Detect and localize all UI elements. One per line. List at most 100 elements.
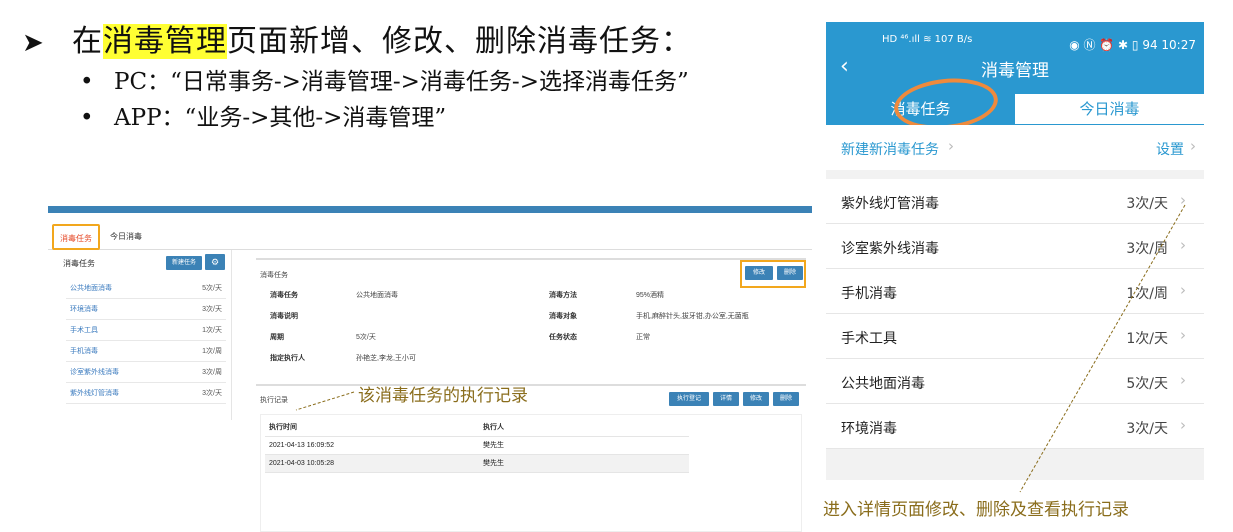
- task-detail-title: 消毒任务: [260, 272, 288, 279]
- register-button[interactable]: 执行登记: [669, 392, 709, 406]
- list-item[interactable]: 公共地面消毒 5次/天 ›: [826, 359, 1204, 404]
- slide-heading: ➤ 在消毒管理页面新增、修改、删除消毒任务：: [22, 16, 692, 60]
- new-task-row[interactable]: 新建新消毒任务 › 设置 ›: [826, 125, 1204, 170]
- chevron-right-icon: ›: [1190, 137, 1196, 155]
- new-task-link[interactable]: 新建新消毒任务: [841, 139, 939, 159]
- list-item[interactable]: 环境消毒 3次/天: [66, 299, 226, 320]
- task-frequency: 5次/天: [1126, 376, 1168, 392]
- col-time: 执行时间: [269, 424, 297, 431]
- mobile-screenshot: HD ⁴⁶.ıll ≋ 107 B/s ◉ Ⓝ ⏰ ✱ ▯ 94 10:27 ‹…: [826, 22, 1204, 480]
- arrow-bullet-icon: ➤: [22, 28, 45, 58]
- task-name: 公共地面消毒: [841, 376, 925, 392]
- task-detail-panel: 消毒任务 修改 删除 消毒任务 公共地面消毒 消毒说明 周期 5次/天 指定执行…: [256, 258, 806, 368]
- records-title: 执行记录: [260, 397, 288, 404]
- task-frequency: 3次/周: [202, 369, 222, 376]
- records-table: 执行时间 执行人 2021-04-13 16:09:52 樊先生 2021-04…: [265, 419, 689, 473]
- field-label: 任务状态: [549, 334, 577, 341]
- field-label: 指定执行人: [270, 355, 305, 362]
- task-frequency: 5次/天: [202, 285, 222, 292]
- chevron-right-icon: ›: [1180, 191, 1186, 209]
- task-name: 手术工具: [841, 331, 897, 347]
- task-frequency: 3次/周: [1126, 241, 1168, 257]
- task-name: 紫外线灯管消毒: [841, 196, 939, 212]
- delete-button[interactable]: 删除: [777, 266, 803, 280]
- task-name: 公共地面消毒: [70, 285, 112, 292]
- chevron-right-icon: ›: [1180, 326, 1186, 344]
- detail-annotation: 进入详情页面修改、删除及查看执行记录: [823, 500, 1129, 520]
- table-row[interactable]: 2021-04-13 16:09:52 樊先生: [265, 437, 689, 455]
- list-item[interactable]: 手机消毒 1次/周 ›: [826, 269, 1204, 314]
- task-name: 紫外线灯管消毒: [70, 390, 119, 397]
- pc-tab-bar: 消毒任务 今日消毒: [48, 224, 812, 250]
- pc-top-bar: [48, 206, 812, 213]
- page-title: 消毒管理: [981, 61, 1049, 81]
- table-row[interactable]: 2021-04-03 10:05:28 樊先生: [265, 455, 689, 473]
- chevron-right-icon: ›: [1180, 236, 1186, 254]
- task-list: 公共地面消毒 5次/天 环境消毒 3次/天 手术工具 1次/天 手机消毒 1次/周 诊室…: [66, 278, 226, 404]
- records-annotation: 该消毒任务的执行记录: [358, 386, 528, 406]
- task-name: 环境消毒: [841, 421, 897, 437]
- task-frequency: 1次/周: [1126, 286, 1168, 302]
- field-value: 公共地面消毒: [356, 292, 398, 299]
- task-name: 手术工具: [70, 327, 98, 334]
- table-header: 执行时间 执行人: [265, 419, 689, 437]
- records-table-container: 执行时间 执行人 2021-04-13 16:09:52 樊先生 2021-04…: [260, 414, 802, 532]
- status-bar-right: ◉ Ⓝ ⏰ ✱ ▯ 94 10:27: [1069, 38, 1196, 52]
- list-item[interactable]: 诊室紫外线消毒 3次/周: [66, 362, 226, 383]
- record-person: 樊先生: [483, 442, 504, 449]
- pc-screenshot: 消毒任务 今日消毒 消毒任务 新建任务 ⚙ 公共地面消毒 5次/天 环境消毒 3次/…: [48, 206, 812, 532]
- list-item[interactable]: 手机消毒 1次/周: [66, 341, 226, 362]
- task-name: 环境消毒: [70, 306, 98, 313]
- task-name: 手机消毒: [70, 348, 98, 355]
- app-bar: HD ⁴⁶.ıll ≋ 107 B/s ◉ Ⓝ ⏰ ✱ ▯ 94 10:27 ‹…: [826, 22, 1204, 94]
- task-frequency: 3次/天: [1126, 196, 1168, 212]
- field-label: 消毒方法: [549, 292, 577, 299]
- status-bar-left: HD ⁴⁶.ıll ≋ 107 B/s: [882, 34, 973, 45]
- field-label: 消毒任务: [270, 292, 298, 299]
- task-name: 手机消毒: [841, 286, 897, 302]
- task-frequency: 3次/天: [202, 390, 222, 397]
- chevron-right-icon: ›: [1180, 281, 1186, 299]
- field-value: 手机,麻醉针头,拔牙钳,办公室,无菌瓶: [636, 313, 749, 320]
- bullet-pc-path: PC：“日常事务->消毒管理->消毒任务->选择消毒任务”: [80, 62, 689, 98]
- record-delete-button[interactable]: 删除: [773, 392, 799, 406]
- execution-records-panel: 执行记录 执行登记 详情 修改 删除 执行时间 执行人 2021-04-13 1…: [256, 384, 806, 532]
- task-name: 诊室紫外线消毒: [70, 369, 119, 376]
- chevron-right-icon: ›: [1180, 371, 1186, 389]
- list-item[interactable]: 手术工具 1次/天: [66, 320, 226, 341]
- task-frequency: 1次/天: [202, 327, 222, 334]
- task-list-panel: 消毒任务 新建任务 ⚙ 公共地面消毒 5次/天 环境消毒 3次/天 手术工具 1次/天…: [60, 250, 232, 420]
- record-edit-button[interactable]: 修改: [743, 392, 769, 406]
- field-value: 5次/天: [356, 334, 376, 341]
- record-time: 2021-04-03 10:05:28: [269, 460, 334, 467]
- tab-today-disinfection[interactable]: 今日消毒: [106, 224, 146, 250]
- bullet-list: PC：“日常事务->消毒管理->消毒任务->选择消毒任务” APP：“业务->其…: [80, 62, 689, 134]
- gear-icon[interactable]: ⚙: [205, 254, 225, 270]
- list-item[interactable]: 手术工具 1次/天 ›: [826, 314, 1204, 359]
- settings-link[interactable]: 设置: [1156, 139, 1184, 159]
- field-value: 正常: [636, 334, 650, 341]
- task-frequency: 3次/天: [1126, 421, 1168, 437]
- list-item[interactable]: 紫外线灯管消毒 3次/天: [66, 383, 226, 404]
- list-item[interactable]: 环境消毒 3次/天 ›: [826, 404, 1204, 449]
- list-item[interactable]: 诊室紫外线消毒 3次/周 ›: [826, 224, 1204, 269]
- heading-suffix: 页面新增、修改、删除消毒任务：: [227, 24, 692, 59]
- tab-disinfection-tasks[interactable]: 消毒任务: [52, 224, 100, 250]
- heading-highlight: 消毒管理: [103, 24, 227, 59]
- task-list-title: 消毒任务: [63, 259, 95, 268]
- field-label: 消毒对象: [549, 313, 577, 320]
- heading-prefix: 在: [72, 24, 103, 59]
- list-item[interactable]: 公共地面消毒 5次/天: [66, 278, 226, 299]
- edit-button[interactable]: 修改: [745, 266, 773, 280]
- task-frequency: 3次/天: [202, 306, 222, 313]
- record-person: 樊先生: [483, 460, 504, 467]
- new-task-button[interactable]: 新建任务: [166, 256, 202, 270]
- col-person: 执行人: [483, 424, 504, 431]
- bullet-app-path: APP：“业务->其他->消毒管理”: [80, 98, 689, 134]
- detail-button[interactable]: 详情: [713, 392, 739, 406]
- tab-today-disinfection[interactable]: 今日消毒: [1015, 94, 1204, 125]
- list-item[interactable]: 紫外线灯管消毒 3次/天 ›: [826, 179, 1204, 224]
- field-label: 消毒说明: [270, 313, 298, 320]
- chevron-right-icon: ›: [1180, 416, 1186, 434]
- chevron-right-icon: ›: [948, 137, 954, 155]
